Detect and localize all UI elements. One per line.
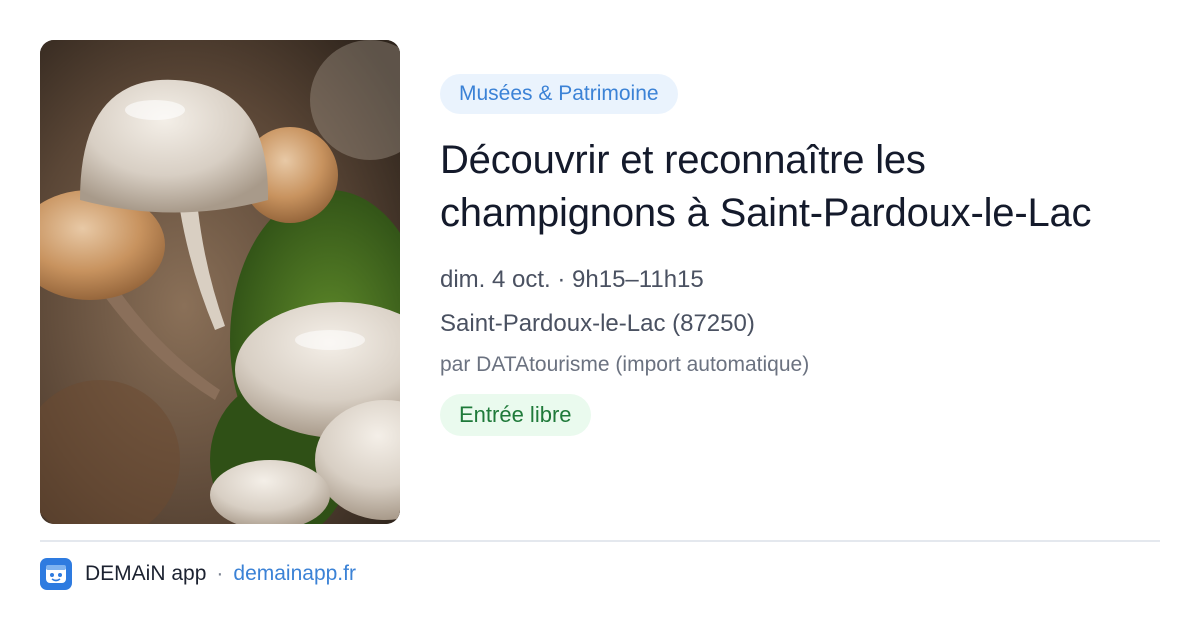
footer-separator: ·	[216, 562, 224, 585]
event-location: Saint-Pardoux-le-Lac (87250)	[440, 310, 755, 337]
footer: DEMAiN app · demainapp.fr	[40, 558, 356, 590]
event-title[interactable]: Découvrir et reconnaître les champignons…	[440, 134, 1120, 240]
price-badge: Entrée libre	[440, 394, 591, 436]
event-details: Musées & Patrimoine Découvrir et reconna…	[440, 74, 1160, 436]
footer-divider	[40, 540, 1160, 542]
category-badge[interactable]: Musées & Patrimoine	[440, 74, 678, 114]
event-source: par DATAtourisme (import automatique)	[440, 353, 810, 376]
site-link[interactable]: demainapp.fr	[233, 562, 356, 586]
demain-logo-icon	[40, 558, 72, 590]
app-name: DEMAiN app	[85, 562, 207, 585]
event-photo	[40, 40, 400, 524]
event-datetime: dim. 4 oct. · 9h15–11h15	[440, 266, 704, 293]
event-card[interactable]: Musées & Patrimoine Découvrir et reconna…	[0, 0, 1200, 630]
